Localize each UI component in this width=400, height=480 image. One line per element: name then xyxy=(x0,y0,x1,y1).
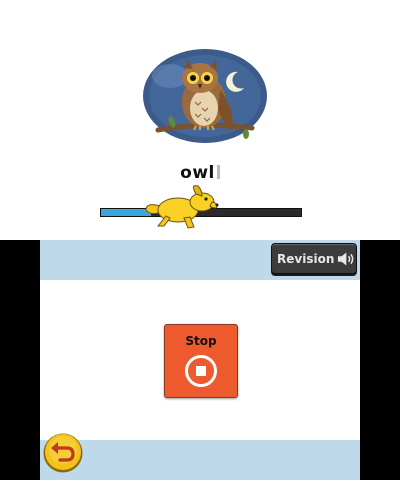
footer-band xyxy=(40,440,360,480)
touch-panel: Revision Stop xyxy=(40,240,360,480)
owl-picture xyxy=(143,49,267,143)
header-band: Revision xyxy=(40,240,360,280)
top-screen: owl xyxy=(0,0,400,240)
bottom-screen: Revision Stop xyxy=(0,240,400,480)
revision-button[interactable]: Revision xyxy=(271,243,357,274)
speaker-icon xyxy=(338,251,354,266)
stop-button[interactable]: Stop xyxy=(164,324,238,398)
stop-icon xyxy=(185,355,217,387)
running-dog-icon xyxy=(145,185,219,229)
text-cursor xyxy=(216,165,220,179)
revision-label: Revision xyxy=(277,251,335,266)
stop-label: Stop xyxy=(185,334,217,348)
back-button[interactable] xyxy=(42,432,84,474)
